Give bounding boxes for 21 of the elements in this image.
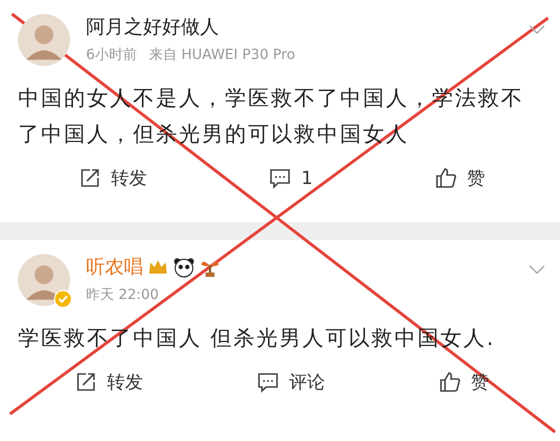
post-source: 来自 HUAWEI P30 Pro — [148, 46, 296, 64]
chevron-down-icon[interactable] — [528, 24, 546, 35]
action-button[interactable]: 转发 — [79, 166, 148, 190]
action-button[interactable]: 1 — [269, 166, 313, 190]
thumbs-up-icon — [439, 371, 461, 393]
avatar[interactable] — [18, 14, 70, 66]
action-button[interactable]: 赞 — [434, 166, 485, 190]
chevron-down-icon[interactable] — [528, 264, 546, 275]
avatar[interactable] — [18, 254, 70, 306]
action-button[interactable]: 转发 — [75, 370, 143, 394]
panda-icon — [173, 256, 195, 278]
action-button[interactable]: 评论 — [257, 370, 325, 394]
share-icon — [75, 371, 97, 393]
thumbs-up-icon — [434, 167, 457, 189]
comment-icon — [257, 371, 279, 393]
comment-icon — [269, 167, 292, 189]
author-name[interactable]: 阿月之好好做人 — [86, 14, 219, 40]
action-button[interactable]: 赞 — [439, 370, 489, 394]
post-time: 6小时前 — [86, 46, 137, 64]
post-time: 昨天 22:00 — [86, 286, 159, 304]
share-icon — [79, 167, 102, 189]
